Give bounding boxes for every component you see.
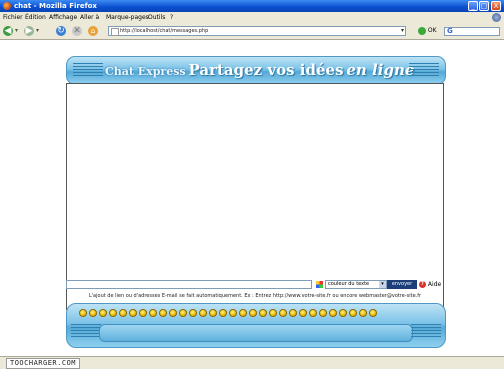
search-input[interactable]: G [444,27,500,36]
smiley-icon[interactable] [219,309,227,317]
smiley-icon[interactable] [299,309,307,317]
smiley-icon[interactable] [289,309,297,317]
forward-dropdown-icon[interactable]: ▾ [36,26,39,36]
reload-icon[interactable]: ↻ [56,26,66,36]
smiley-icon[interactable] [209,309,217,317]
go-button[interactable]: OK [418,26,437,36]
smiley-icon[interactable] [329,309,337,317]
help-label: Aide [427,281,442,288]
smiley-icon[interactable] [279,309,287,317]
message-input[interactable] [66,280,312,289]
firefox-icon [3,2,11,10]
google-icon: G [447,27,453,35]
smiley-icon[interactable] [159,309,167,317]
address-bar[interactable]: http://localhost/chat/messages.php ▾ [108,26,406,36]
menu-edit[interactable]: Édition [25,12,46,23]
navigation-toolbar: ◀ ▾ ▶ ▾ ↻ ✕ ⌂ http://localhost/chat/mess… [0,23,504,40]
stop-icon[interactable]: ✕ [72,26,82,36]
header-banner: Chat Express Partagez vos idées en ligne [66,56,446,85]
go-icon [418,26,426,35]
forward-arrow-icon[interactable]: ▶ [24,26,34,36]
smiley-icon[interactable] [99,309,107,317]
banner-italic-text: en ligne [346,61,415,79]
smiley-icon[interactable] [119,309,127,317]
message-input-row: couleur du texte ▾ envoyer ? Aide [66,280,444,290]
select-dropdown-icon: ▾ [379,281,386,288]
footer-inner-bar [99,324,413,342]
back-arrow-icon[interactable]: ◀ [3,26,13,36]
footer-stripes-right [411,324,441,339]
help-link[interactable]: ? Aide [419,280,441,289]
banner-main-text: Partagez vos idées [188,61,344,79]
footer-panel [66,303,446,348]
menu-bookmarks[interactable]: Marque-pages [106,12,149,23]
watermark-label: TOOCHARGER.COM [6,358,81,369]
smiley-icon[interactable] [359,309,367,317]
window-title: chat - Mozilla Firefox [14,2,97,10]
banner-small-text: Chat Express [105,65,186,78]
smiley-icon[interactable] [309,309,317,317]
smiley-icon[interactable] [129,309,137,317]
smiley-icon[interactable] [179,309,187,317]
link-hint-text: L'ajout de lien ou d'adresses E-mail se … [88,293,422,299]
menu-go[interactable]: Aller à [80,12,99,23]
go-label: OK [427,27,437,34]
address-text: http://localhost/chat/messages.php [120,28,209,34]
menu-view[interactable]: Affichage [49,12,77,23]
smiley-icon[interactable] [259,309,267,317]
status-bar: TOOCHARGER.COM [0,356,504,369]
smiley-icon[interactable] [249,309,257,317]
chat-messages-area[interactable] [66,83,444,310]
banner-stripes-left [73,63,103,78]
text-color-value: couleur du texte [328,281,370,287]
smiley-icon[interactable] [149,309,157,317]
menu-tools[interactable]: Outils [148,12,165,23]
text-color-select[interactable]: couleur du texte ▾ [325,280,387,289]
smiley-icon[interactable] [199,309,207,317]
smiley-icon[interactable] [349,309,357,317]
page-icon [111,28,119,36]
smiley-icon[interactable] [189,309,197,317]
address-dropdown-icon[interactable]: ▾ [401,27,404,35]
smiley-icon[interactable] [229,309,237,317]
close-button[interactable]: X [491,1,501,11]
help-icon: ? [419,281,426,288]
home-icon[interactable]: ⌂ [88,26,98,36]
smiley-icon[interactable] [109,309,117,317]
send-button[interactable]: envoyer [387,280,417,289]
smiley-icon[interactable] [339,309,347,317]
page-content: Chat Express Partagez vos idées en ligne… [0,40,504,356]
maximize-button[interactable]: □ [479,1,489,11]
smiley-icon[interactable] [269,309,277,317]
banner-stripes-right [409,63,439,78]
color-palette-icon[interactable] [316,281,323,288]
throbber-icon [492,13,501,22]
smiley-icon[interactable] [169,309,177,317]
smiley-icon[interactable] [369,309,377,317]
smiley-icon[interactable] [79,309,87,317]
smiley-icon[interactable] [239,309,247,317]
smiley-icon[interactable] [319,309,327,317]
footer-stripes-left [71,324,101,339]
menu-help[interactable]: ? [170,12,173,23]
window-titlebar: chat - Mozilla Firefox _ □ X [0,0,504,12]
back-dropdown-icon[interactable]: ▾ [15,26,18,36]
smiley-bar [79,309,377,317]
smiley-icon[interactable] [139,309,147,317]
menu-file[interactable]: Fichier [3,12,23,23]
minimize-button[interactable]: _ [468,1,478,11]
smiley-icon[interactable] [89,309,97,317]
